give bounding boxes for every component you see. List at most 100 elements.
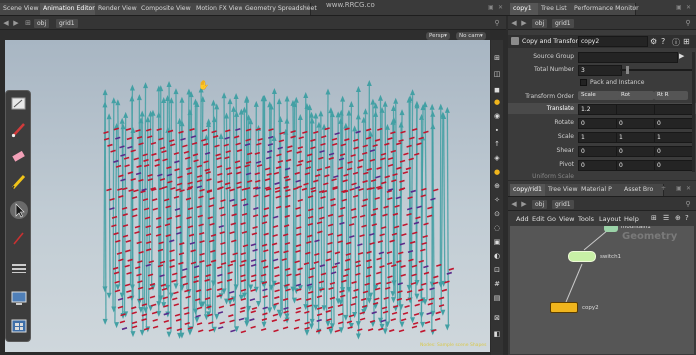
tab-performance-monitor[interactable]: Performance Monitor: [571, 3, 639, 15]
pane-menu-icon[interactable]: ▣: [676, 185, 682, 192]
selection-icon[interactable]: ⊡: [493, 266, 501, 274]
add-tab-icon[interactable]: +: [632, 4, 637, 11]
breadcrumb-node[interactable]: grid1: [552, 19, 574, 28]
tab-geometry-spreadsheet[interactable]: Geometry Spreadsheet: [242, 3, 317, 15]
translate-y-field[interactable]: [616, 104, 656, 115]
select-box-icon[interactable]: [10, 95, 28, 113]
tab-material-palette[interactable]: Material P: [578, 184, 625, 196]
total-number-slider[interactable]: [620, 69, 692, 71]
layout-icon[interactable]: ▤: [493, 294, 501, 302]
tab-animation-editor[interactable]: Animation Editor: [40, 3, 99, 15]
help-icon[interactable]: ?: [685, 214, 689, 222]
tab-tree-list[interactable]: Tree List: [538, 3, 575, 15]
shear-z-field[interactable]: 0: [654, 146, 694, 157]
menu-go[interactable]: Go: [547, 215, 556, 223]
layout-icon[interactable]: ⊞: [683, 37, 690, 46]
pencil-icon[interactable]: [10, 173, 28, 191]
no-cam-button[interactable]: No cam▾: [456, 32, 486, 40]
forward-arrow-icon[interactable]: ▶: [12, 19, 20, 27]
group-icon[interactable]: ⊕: [493, 182, 501, 190]
add-tab-icon[interactable]: +: [306, 4, 311, 11]
info-icon[interactable]: ⓘ: [672, 37, 680, 48]
grid-toggle-icon[interactable]: #: [493, 280, 501, 288]
back-arrow-icon[interactable]: ◀: [510, 200, 518, 208]
back-arrow-icon[interactable]: ◀: [2, 19, 10, 27]
network-graph[interactable]: Geometry mountain1 switch1 copy2: [510, 226, 694, 354]
shear-y-field[interactable]: 0: [616, 146, 656, 157]
forward-arrow-icon[interactable]: ▶: [520, 200, 528, 208]
breadcrumb-context[interactable]: obj: [532, 19, 548, 28]
menu-edit[interactable]: Edit: [532, 215, 545, 223]
menu-lines-icon[interactable]: [10, 259, 28, 277]
light-bulb-icon[interactable]: ●: [493, 98, 501, 106]
param-scrollbar[interactable]: [692, 52, 695, 172]
shear-x-field[interactable]: 0: [578, 146, 618, 157]
display-options-icon[interactable]: ◉: [493, 112, 501, 120]
add-tab-icon[interactable]: +: [661, 185, 666, 192]
viewport-lock-icon[interactable]: ⊠: [493, 314, 501, 322]
shaded-icon[interactable]: ◼: [493, 86, 501, 94]
total-number-field[interactable]: 3: [578, 65, 622, 76]
breadcrumb-node[interactable]: grid1: [552, 200, 574, 209]
node-switch1[interactable]: [568, 251, 596, 262]
breadcrumb-context[interactable]: obj: [532, 200, 548, 209]
pane-menu-icon[interactable]: ▣: [676, 4, 682, 11]
gear-icon[interactable]: ⚙: [650, 37, 657, 46]
scale-z-field[interactable]: 1: [654, 132, 694, 143]
node-mountain1[interactable]: [604, 226, 618, 232]
rotate-y-field[interactable]: 0: [616, 118, 656, 129]
back-arrow-icon[interactable]: ◀: [510, 19, 518, 27]
eraser-icon[interactable]: [10, 147, 28, 165]
network-options-icon[interactable]: ⊕: [675, 214, 681, 222]
breadcrumb-context[interactable]: obj: [34, 19, 50, 28]
close-icon[interactable]: ✕: [686, 185, 691, 192]
brush-icon[interactable]: [10, 121, 28, 139]
tab-scene-view[interactable]: Scene View: [0, 3, 44, 15]
forward-arrow-icon[interactable]: ▶: [520, 19, 528, 27]
scale-y-field[interactable]: 1: [616, 132, 656, 143]
template-icon[interactable]: ▣: [493, 238, 501, 246]
menu-view[interactable]: View: [559, 215, 574, 223]
bulb-icon[interactable]: ●: [493, 168, 501, 176]
pin-icon[interactable]: ⚲: [684, 19, 692, 27]
snap-grid-icon[interactable]: ⊞: [493, 54, 501, 62]
breadcrumb-node[interactable]: grid1: [56, 19, 78, 28]
tab-tree-view[interactable]: Tree View: [545, 184, 582, 196]
source-group-field[interactable]: [578, 52, 678, 63]
node-name-field[interactable]: copy2: [578, 36, 648, 47]
close-icon[interactable]: ✕: [498, 4, 503, 11]
translate-z-field[interactable]: [654, 104, 694, 115]
wireframe-icon[interactable]: ◫: [493, 70, 501, 78]
translate-x-field[interactable]: 1.2: [578, 104, 618, 115]
pivot-z-field[interactable]: 0: [654, 160, 694, 171]
screen-capture-icon[interactable]: [10, 289, 28, 307]
node-copy2[interactable]: [550, 302, 578, 313]
tab-motion-fx-view[interactable]: Motion FX View: [193, 3, 246, 15]
tab-render-view[interactable]: Render View: [95, 3, 142, 15]
pin-icon[interactable]: ⚲: [493, 19, 501, 27]
camera-icon[interactable]: ◈: [493, 154, 501, 162]
pivot-icon[interactable]: ✧: [493, 196, 501, 204]
pointer-select-icon[interactable]: [10, 201, 28, 219]
ghost-icon[interactable]: ◌: [493, 224, 501, 232]
pane-menu-icon[interactable]: ▣: [488, 4, 494, 11]
tab-network[interactable]: copy/rid1: [510, 184, 549, 196]
close-icon[interactable]: ✕: [686, 4, 691, 11]
tab-composite-view[interactable]: Composite View: [138, 3, 197, 15]
menu-help[interactable]: Help: [624, 215, 639, 223]
menu-tools[interactable]: Tools: [578, 215, 594, 223]
3d-viewport[interactable]: ✋ Nodes: Sample scene Shapes: [5, 40, 490, 352]
tab-asset-browser[interactable]: Asset Bro: [621, 184, 664, 196]
slider-handle[interactable]: [626, 66, 629, 74]
normals-icon[interactable]: ↑: [493, 140, 501, 148]
rotate-order-dropdown[interactable]: Rot: [618, 91, 654, 100]
visibility-icon[interactable]: ◐: [493, 252, 501, 260]
transform-order-dropdown[interactable]: Scale: [578, 91, 620, 100]
arrow-right-icon[interactable]: ▶: [679, 52, 684, 60]
help-icon[interactable]: ?: [661, 37, 665, 46]
target-icon[interactable]: ⊙: [493, 210, 501, 218]
rot-order-dropdown[interactable]: Rt R: [654, 91, 688, 100]
pivot-y-field[interactable]: 0: [616, 160, 656, 171]
grid-view-icon[interactable]: ⊞: [651, 214, 657, 222]
viewport-split-icon[interactable]: ◧: [493, 330, 501, 338]
